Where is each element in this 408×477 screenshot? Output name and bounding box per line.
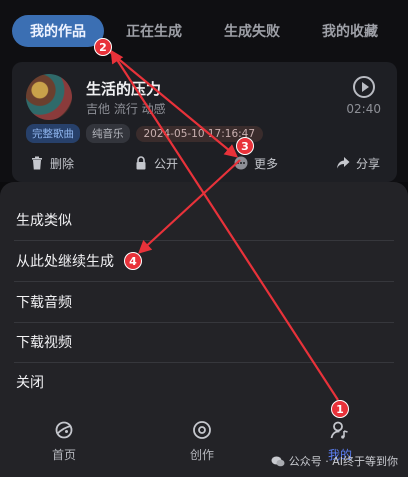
delete-button[interactable]: 删除 xyxy=(30,155,74,172)
badge-full-song: 完整歌曲 xyxy=(26,124,80,143)
user-music-icon xyxy=(330,421,348,439)
menu-continue-from-here[interactable]: 从此处继续生成 xyxy=(0,241,408,281)
more-dots-icon xyxy=(234,156,248,170)
disc-icon xyxy=(193,421,211,439)
nav-create[interactable]: 创作 xyxy=(190,420,214,463)
annotation-marker-3: 3 xyxy=(236,137,254,155)
public-button[interactable]: 公开 xyxy=(134,155,178,172)
delete-label: 删除 xyxy=(50,156,75,171)
annotation-marker-4: 4 xyxy=(124,252,142,270)
annotation-marker-2: 2 xyxy=(94,38,112,56)
tab-favorites[interactable]: 我的收藏 xyxy=(302,15,398,47)
menu-close[interactable]: 关闭 xyxy=(0,362,408,402)
more-label: 更多 xyxy=(254,156,279,171)
song-duration: 02:40 xyxy=(346,102,381,116)
song-badges: 完整歌曲 纯音乐 2024-05-10 17:16:47 xyxy=(26,124,264,143)
play-icon[interactable] xyxy=(353,76,375,98)
menu-generate-similar[interactable]: 生成类似 xyxy=(0,200,408,240)
nav-home-label: 首页 xyxy=(52,448,77,462)
tab-failed[interactable]: 生成失败 xyxy=(204,15,300,47)
annotation-marker-1: 1 xyxy=(331,400,349,418)
menu-download-video[interactable]: 下载视频 xyxy=(0,322,408,362)
song-tags: 吉他 流行 动感 xyxy=(86,102,166,116)
share-button[interactable]: 分享 xyxy=(336,155,380,172)
planet-icon xyxy=(55,421,73,439)
tab-my-works[interactable]: 我的作品 xyxy=(12,15,104,47)
share-icon xyxy=(337,157,350,169)
tab-bar: 我的作品 正在生成 生成失败 我的收藏 xyxy=(0,0,408,62)
tab-generating[interactable]: 正在生成 xyxy=(106,15,202,47)
nav-home[interactable]: 首页 xyxy=(52,420,76,463)
trash-icon xyxy=(32,156,42,170)
public-label: 公开 xyxy=(154,156,179,171)
more-button[interactable]: 更多 xyxy=(234,155,278,172)
share-label: 分享 xyxy=(356,156,381,171)
menu-download-audio[interactable]: 下载音频 xyxy=(0,282,408,322)
watermark: 公众号 · AI终于等到你 xyxy=(271,453,398,469)
song-cover-image[interactable] xyxy=(26,74,72,120)
song-card[interactable]: 生活的压力 吉他 流行 动感 02:40 完整歌曲 纯音乐 2024-05-10… xyxy=(12,62,397,182)
watermark-text: 公众号 · AI终于等到你 xyxy=(288,455,398,468)
song-actions: 删除 公开 更多 分享 xyxy=(12,150,397,176)
song-title: 生活的压力 xyxy=(86,80,162,98)
lock-icon xyxy=(136,156,146,170)
wechat-icon xyxy=(271,456,285,466)
badge-instrumental: 纯音乐 xyxy=(86,124,130,143)
nav-create-label: 创作 xyxy=(190,448,215,462)
